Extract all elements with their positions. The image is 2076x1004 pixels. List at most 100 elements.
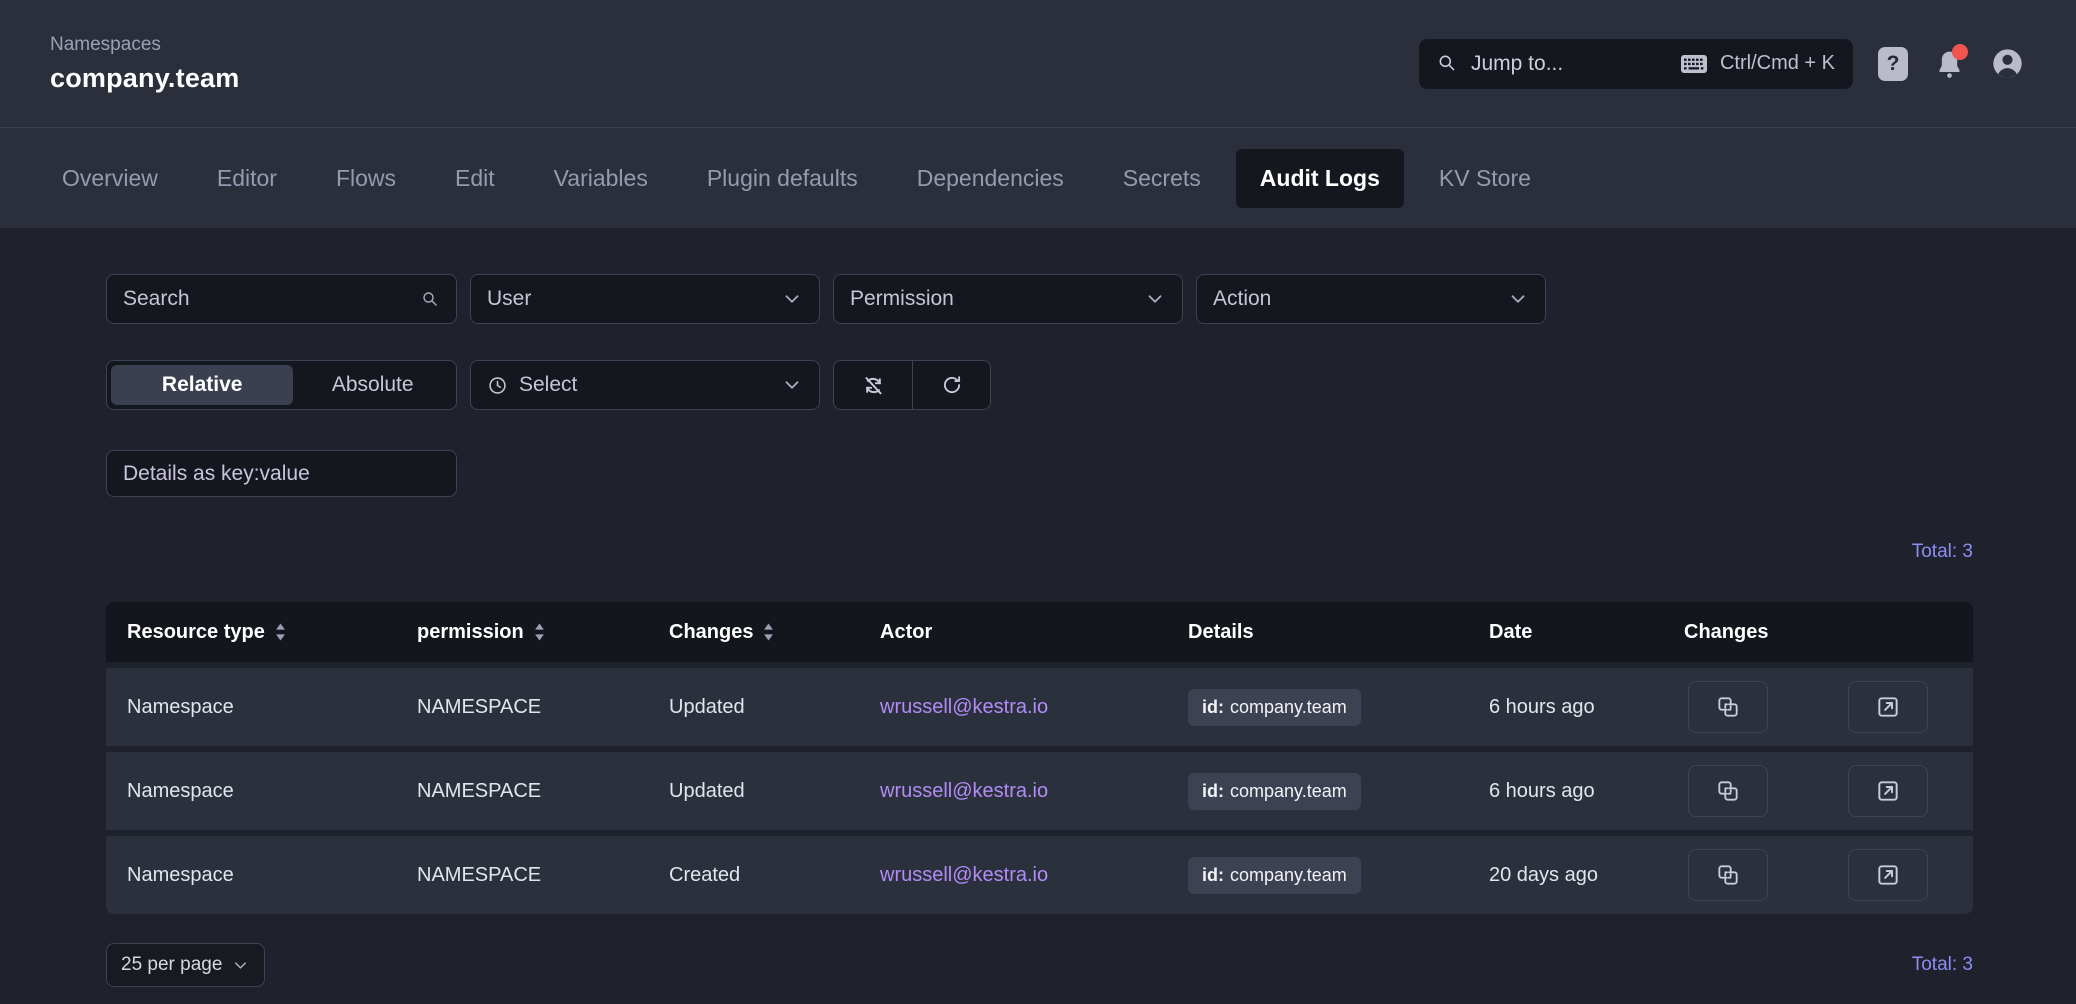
- search-input[interactable]: [123, 287, 421, 311]
- tab-dependencies[interactable]: Dependencies: [893, 149, 1088, 208]
- details-input[interactable]: [123, 462, 440, 486]
- sort-icon[interactable]: [533, 622, 546, 642]
- cell-resource-type: Namespace: [127, 696, 417, 719]
- refresh-icon: [941, 374, 963, 396]
- search-icon: [1437, 53, 1458, 74]
- tab-flows[interactable]: Flows: [312, 149, 420, 208]
- tab-label: Audit Logs: [1260, 165, 1380, 191]
- tab-audit-logs[interactable]: Audit Logs: [1236, 149, 1404, 208]
- tab-label: Flows: [336, 165, 396, 191]
- help-button[interactable]: ?: [1878, 47, 1908, 81]
- resource-type-value: Namespace: [127, 696, 234, 719]
- column-header[interactable]: permission: [417, 621, 669, 644]
- cell-resource-type: Namespace: [127, 780, 417, 803]
- column-header[interactable]: Details: [1188, 621, 1489, 644]
- action-filter-select[interactable]: Action: [1196, 274, 1546, 324]
- permission-filter-select[interactable]: Permission: [833, 274, 1183, 324]
- per-page-select[interactable]: 25 per page: [106, 943, 265, 987]
- cell-change: Created: [669, 864, 880, 887]
- tab-editor[interactable]: Editor: [193, 149, 301, 208]
- change-value: Updated: [669, 780, 745, 803]
- notifications-button[interactable]: [1933, 47, 1966, 81]
- action-filter-label: Action: [1213, 287, 1271, 311]
- cell-actor: wrussell@kestra.io: [880, 864, 1188, 887]
- open-details-button[interactable]: [1848, 765, 1928, 817]
- user-filter-select[interactable]: User: [470, 274, 820, 324]
- cell-actions: [1684, 849, 1952, 901]
- tab-variables[interactable]: Variables: [530, 149, 672, 208]
- actor-link[interactable]: wrussell@kestra.io: [880, 864, 1048, 887]
- diff-icon: [1715, 778, 1741, 804]
- audit-logs-table: Resource type permission Changes Actor D…: [106, 602, 1973, 914]
- permission-filter-label: Permission: [850, 287, 954, 311]
- time-range-select[interactable]: Select: [470, 360, 820, 410]
- open-details-button[interactable]: [1848, 681, 1928, 733]
- open-details-button[interactable]: [1848, 849, 1928, 901]
- topbar-actions: Ctrl/Cmd + K ?: [1419, 39, 2024, 89]
- toggle-relative[interactable]: Relative: [111, 365, 293, 405]
- details-key: id:: [1202, 865, 1224, 886]
- table-row: Namespace NAMESPACE Updated wrussell@kes…: [106, 752, 1973, 830]
- per-page-label: 25 per page: [121, 954, 222, 976]
- table-row: Namespace NAMESPACE Created wrussell@kes…: [106, 836, 1973, 914]
- open-in-new-icon: [1875, 778, 1901, 804]
- cell-actor: wrussell@kestra.io: [880, 780, 1188, 803]
- breadcrumb[interactable]: Namespaces: [50, 34, 239, 56]
- chevron-down-icon: [781, 288, 803, 310]
- tab-edit[interactable]: Edit: [431, 149, 519, 208]
- total-count: Total: 3: [1912, 541, 1973, 562]
- clock-icon: [487, 375, 508, 396]
- toggle-absolute[interactable]: Absolute: [293, 365, 452, 405]
- view-changes-button[interactable]: [1688, 681, 1768, 733]
- jump-to-input[interactable]: [1471, 52, 1668, 76]
- column-label: permission: [417, 621, 524, 644]
- search-filter[interactable]: [106, 274, 457, 324]
- topbar: Namespaces company.team Ctrl/Cmd + K ?: [0, 0, 2076, 128]
- tab-secrets[interactable]: Secrets: [1099, 149, 1225, 208]
- tab-label: Overview: [62, 165, 158, 191]
- user-avatar[interactable]: [1991, 47, 2024, 80]
- cell-permission: NAMESPACE: [417, 780, 669, 803]
- column-header[interactable]: Changes: [669, 621, 880, 644]
- column-label: Actor: [880, 621, 932, 644]
- view-changes-button[interactable]: [1688, 765, 1768, 817]
- sort-icon[interactable]: [274, 622, 287, 642]
- search-icon: [421, 290, 440, 309]
- column-header[interactable]: Resource type: [127, 621, 417, 644]
- cell-resource-type: Namespace: [127, 864, 417, 887]
- permission-value: NAMESPACE: [417, 864, 541, 887]
- chevron-down-icon: [781, 374, 803, 396]
- open-in-new-icon: [1875, 694, 1901, 720]
- total-count-bottom: Total: 3: [1912, 954, 1973, 976]
- details-value: company.team: [1230, 865, 1347, 886]
- change-value: Created: [669, 864, 740, 887]
- tab-plugin-defaults[interactable]: Plugin defaults: [683, 149, 882, 208]
- cell-details: id:company.team: [1188, 689, 1489, 726]
- tab-overview[interactable]: Overview: [38, 149, 182, 208]
- chevron-down-icon: [1507, 288, 1529, 310]
- sort-icon[interactable]: [762, 622, 775, 642]
- column-header[interactable]: Actor: [880, 621, 1188, 644]
- column-header[interactable]: Date: [1489, 621, 1684, 644]
- column-header[interactable]: Changes: [1684, 621, 1952, 644]
- refresh-button[interactable]: [912, 361, 990, 409]
- jump-to-search[interactable]: Ctrl/Cmd + K: [1419, 39, 1853, 89]
- notification-dot: [1952, 44, 1968, 60]
- actor-link[interactable]: wrussell@kestra.io: [880, 696, 1048, 719]
- actor-link[interactable]: wrussell@kestra.io: [880, 780, 1048, 803]
- table-row: Namespace NAMESPACE Updated wrussell@kes…: [106, 668, 1973, 746]
- change-value: Updated: [669, 696, 745, 719]
- cell-actions: [1684, 681, 1952, 733]
- user-filter-label: User: [487, 287, 531, 311]
- tab-kv-store[interactable]: KV Store: [1415, 149, 1555, 208]
- filter-row-time: Relative Absolute Select: [106, 360, 1973, 410]
- cell-details: id: company.team: [1188, 857, 1489, 894]
- table-body: Namespace NAMESPACE Updated wrussell@kes…: [106, 668, 1973, 914]
- details-filter[interactable]: [106, 450, 457, 497]
- details-badge: id:company.team: [1188, 689, 1361, 726]
- view-changes-button[interactable]: [1688, 849, 1768, 901]
- cell-permission: NAMESPACE: [417, 696, 669, 719]
- pagination: 25 per page Total: 3: [106, 943, 1973, 987]
- auto-refresh-off-button[interactable]: [834, 361, 912, 409]
- keyboard-icon: [1681, 55, 1707, 73]
